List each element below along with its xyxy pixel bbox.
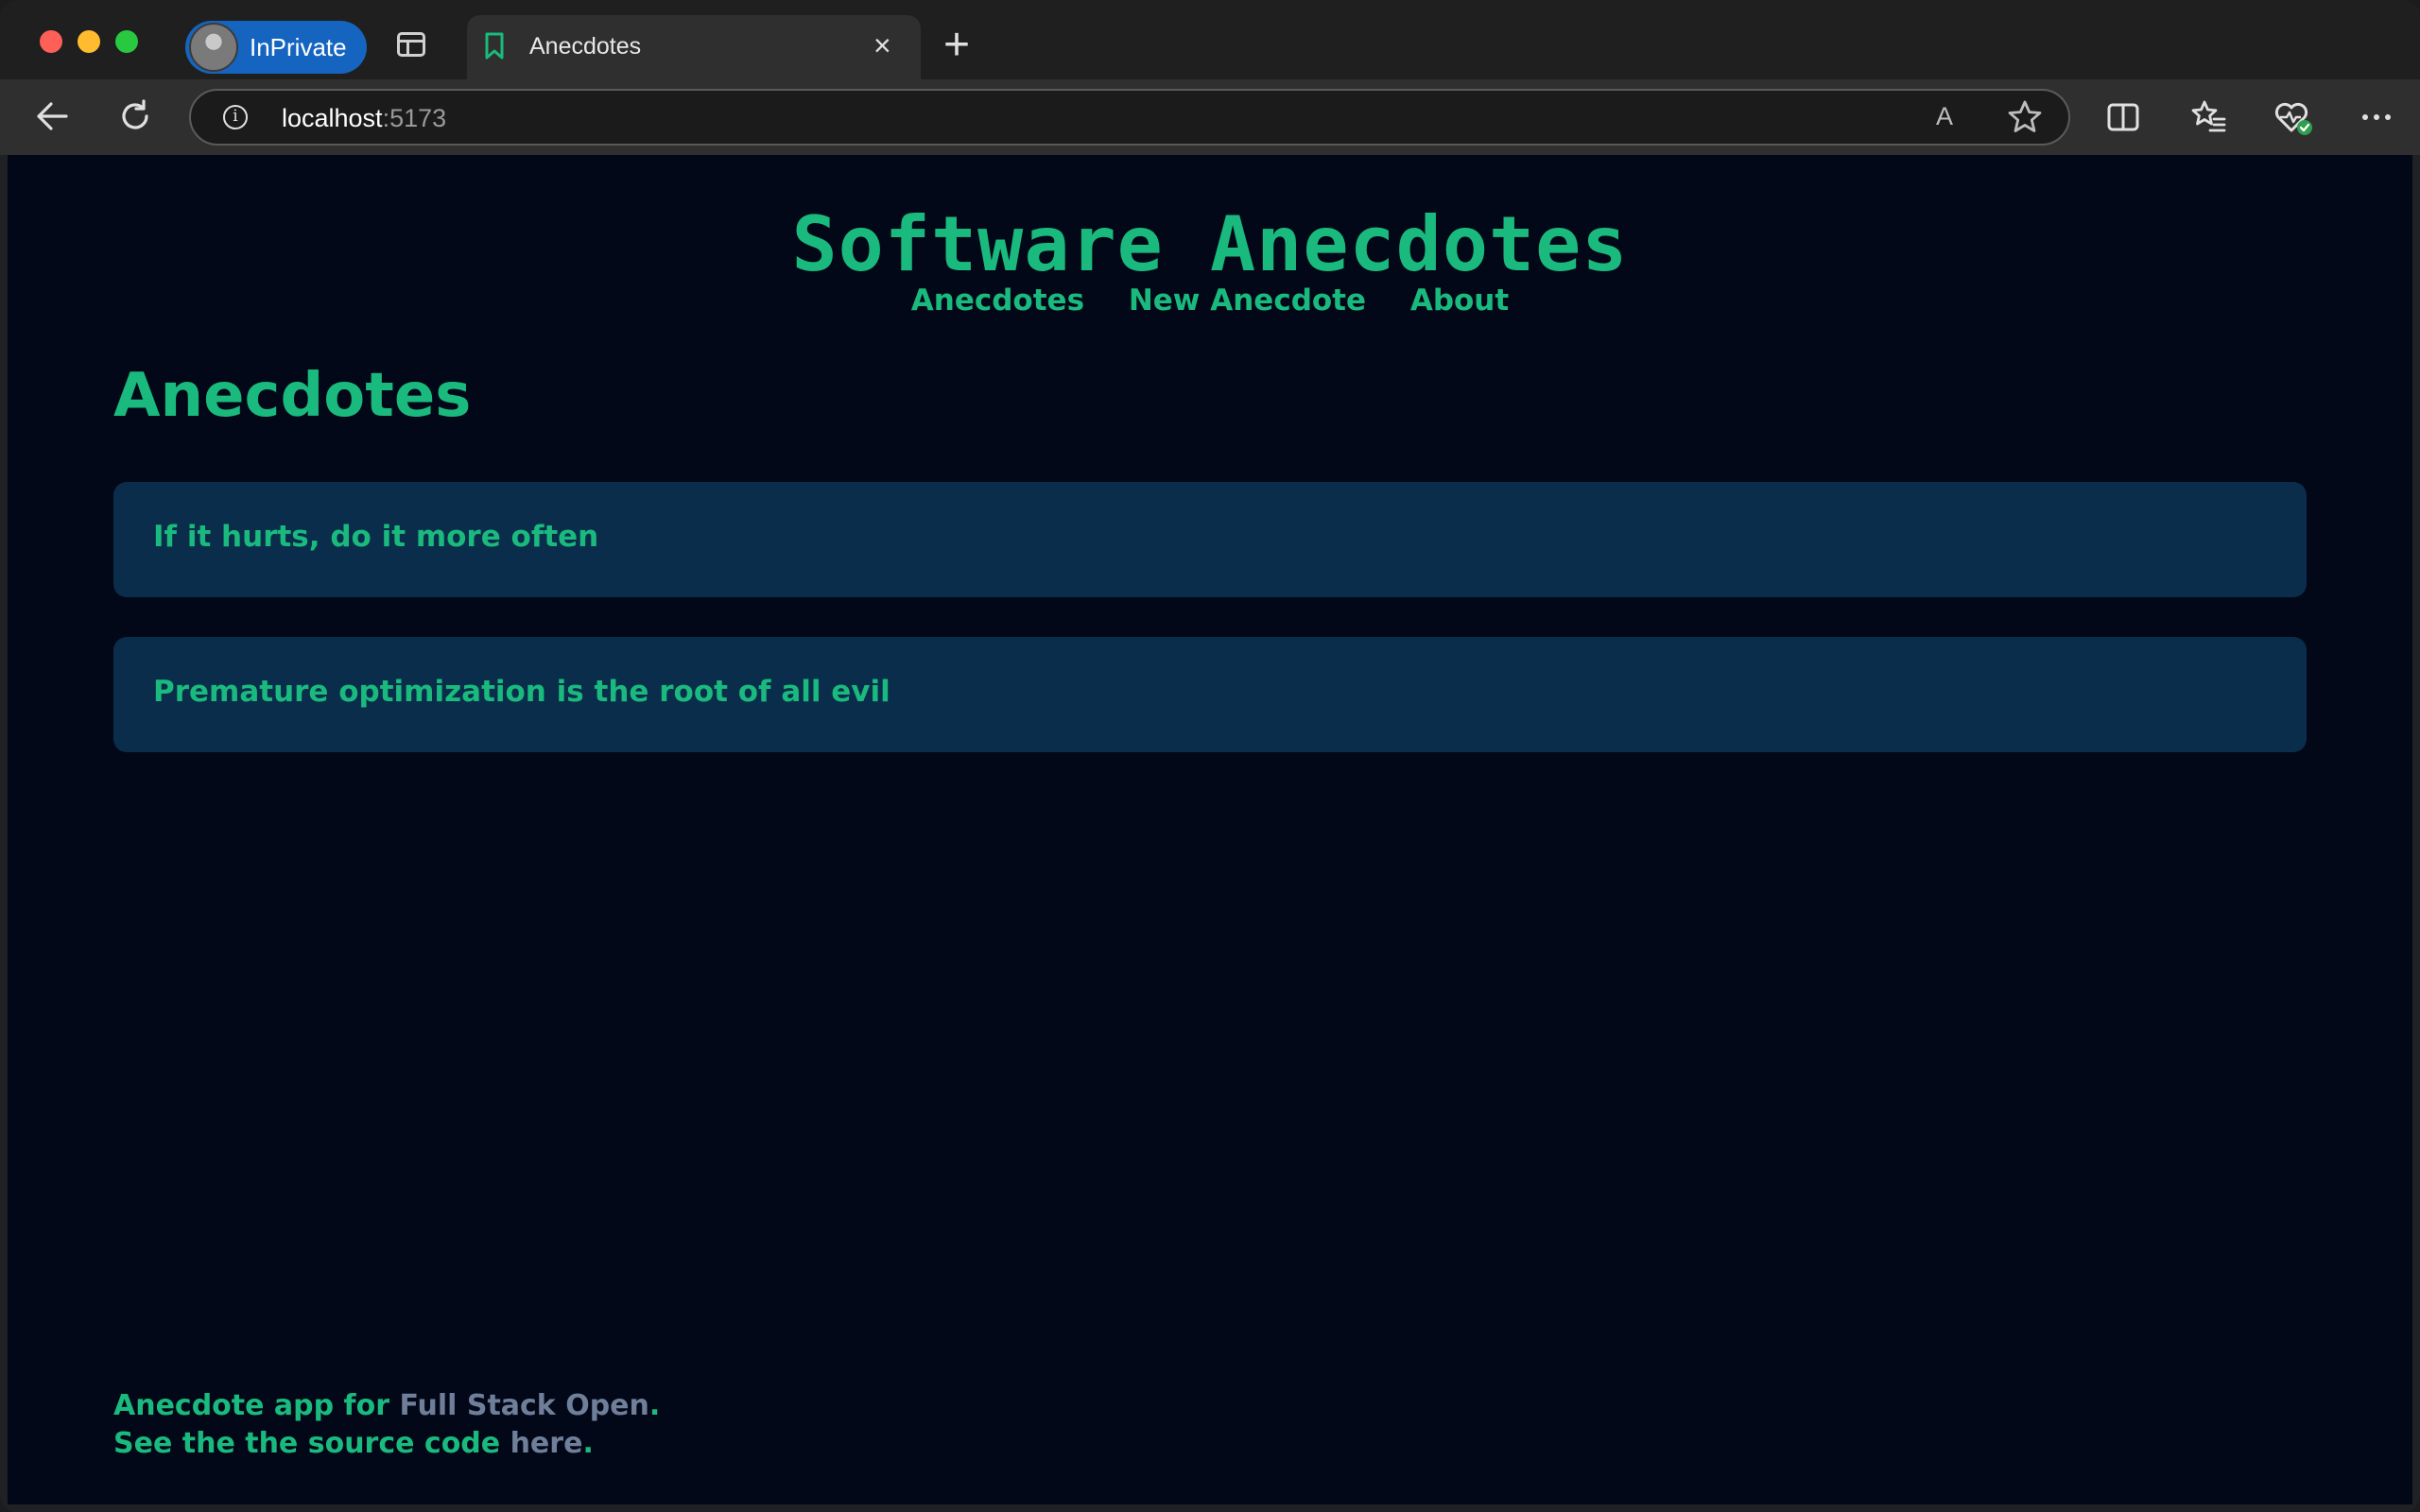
close-tab-icon[interactable]: × — [873, 28, 891, 62]
footer: Anecdote app for Full Stack Open. See th… — [113, 1387, 660, 1463]
minimize-window-button[interactable] — [78, 30, 100, 53]
source-code-link[interactable]: here — [510, 1427, 583, 1460]
address-bar[interactable]: i localhost:5173 A — [189, 89, 2070, 146]
nav-link-new-anecdote[interactable]: New Anecdote — [1129, 284, 1366, 318]
split-screen-icon[interactable] — [2104, 98, 2142, 141]
close-window-button[interactable] — [40, 30, 62, 53]
tab-title: Anecdotes — [529, 33, 642, 60]
footer-line-2: See the the source code here. — [113, 1427, 594, 1460]
footer-line-1: Anecdote app for Full Stack Open. — [113, 1389, 661, 1422]
inprivate-label: InPrivate — [250, 32, 347, 61]
tab-actions-icon[interactable] — [397, 32, 425, 57]
anecdote-card[interactable]: If it hurts, do it more often — [113, 482, 2307, 597]
site-title: Software Anecdotes — [791, 200, 1629, 288]
site-info-icon[interactable]: i — [223, 105, 248, 129]
anecdote-text: If it hurts, do it more often — [153, 520, 599, 554]
browser-toolbar: i localhost:5173 A — [0, 79, 2420, 155]
browser-window: InPrivate Anecdotes × + i localhost:5173… — [0, 0, 2420, 1512]
tab-anecdotes[interactable]: Anecdotes × — [467, 15, 921, 79]
anecdote-card[interactable]: Premature optimization is the root of al… — [113, 637, 2307, 752]
read-aloud-icon[interactable]: A — [1936, 102, 1953, 131]
browser-essentials-icon[interactable] — [2273, 96, 2314, 143]
page-content: Software Anecdotes Anecdotes New Anecdot… — [8, 155, 2412, 1504]
favorites-icon[interactable] — [2189, 98, 2227, 141]
inprivate-profile-button[interactable]: InPrivate — [185, 21, 367, 74]
full-stack-open-link[interactable]: Full Stack Open — [399, 1389, 648, 1422]
main-nav: Anecdotes New Anecdote About — [8, 284, 2412, 318]
nav-link-about[interactable]: About — [1410, 284, 1509, 318]
new-tab-button[interactable]: + — [943, 17, 970, 74]
favorite-star-icon[interactable] — [2006, 98, 2044, 141]
tab-strip: InPrivate Anecdotes × + — [0, 0, 2420, 79]
page-heading: Anecdotes — [113, 361, 472, 431]
avatar — [189, 23, 238, 72]
url-text: localhost:5173 — [282, 104, 447, 132]
bookmark-icon — [484, 32, 505, 65]
anecdote-text: Premature optimization is the root of al… — [153, 675, 890, 709]
back-icon[interactable] — [34, 98, 70, 139]
nav-link-anecdotes[interactable]: Anecdotes — [911, 284, 1084, 318]
refresh-icon[interactable] — [117, 98, 153, 139]
maximize-window-button[interactable] — [115, 30, 138, 53]
more-options-icon[interactable] — [2358, 98, 2395, 141]
